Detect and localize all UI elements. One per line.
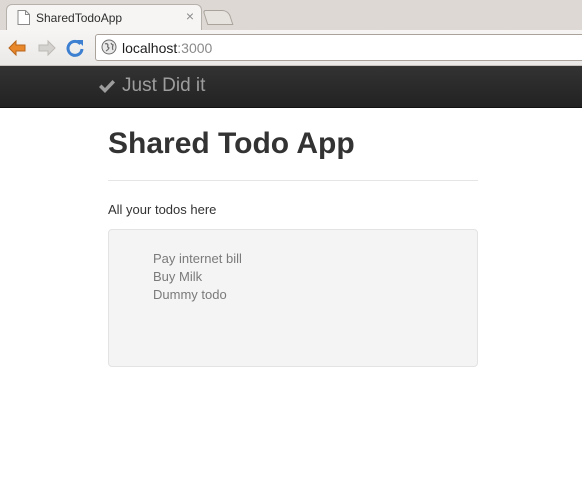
page-icon	[17, 10, 30, 25]
url-text: localhost:3000	[122, 40, 212, 56]
checkmark-icon	[98, 78, 116, 94]
todo-item: Pay internet bill	[153, 251, 242, 266]
address-bar[interactable]: localhost:3000	[95, 34, 582, 61]
page-title: Shared Todo App	[108, 127, 355, 160]
todo-well: Pay internet bill Buy Milk Dummy todo	[108, 229, 478, 367]
globe-icon	[101, 39, 117, 55]
todo-list: Pay internet bill Buy Milk Dummy todo	[153, 250, 477, 304]
browser-toolbar: localhost:3000	[0, 30, 582, 66]
todos-subtitle: All your todos here	[108, 202, 217, 217]
close-icon[interactable]: ×	[186, 8, 194, 24]
main-container: Shared Todo App All your todos here Pay …	[108, 108, 478, 367]
url-host: localhost	[122, 40, 178, 56]
todo-item: Buy Milk	[153, 269, 203, 284]
browser-tab[interactable]: SharedTodoApp ×	[6, 4, 202, 30]
url-port: :3000	[177, 40, 213, 56]
forward-arrow-icon[interactable]	[36, 37, 58, 59]
reload-icon[interactable]	[64, 37, 86, 59]
tab-title: SharedTodoApp	[36, 11, 123, 25]
brand-label: Just Did it	[122, 75, 206, 96]
browser-tabstrip: SharedTodoApp ×	[0, 0, 582, 30]
title-divider	[108, 180, 478, 181]
new-tab-button[interactable]	[202, 10, 234, 25]
app-navbar: Just Did it	[0, 66, 582, 108]
todo-item: Dummy todo	[153, 287, 227, 302]
brand-link[interactable]: Just Did it	[98, 74, 205, 98]
back-arrow-icon[interactable]	[6, 37, 28, 59]
